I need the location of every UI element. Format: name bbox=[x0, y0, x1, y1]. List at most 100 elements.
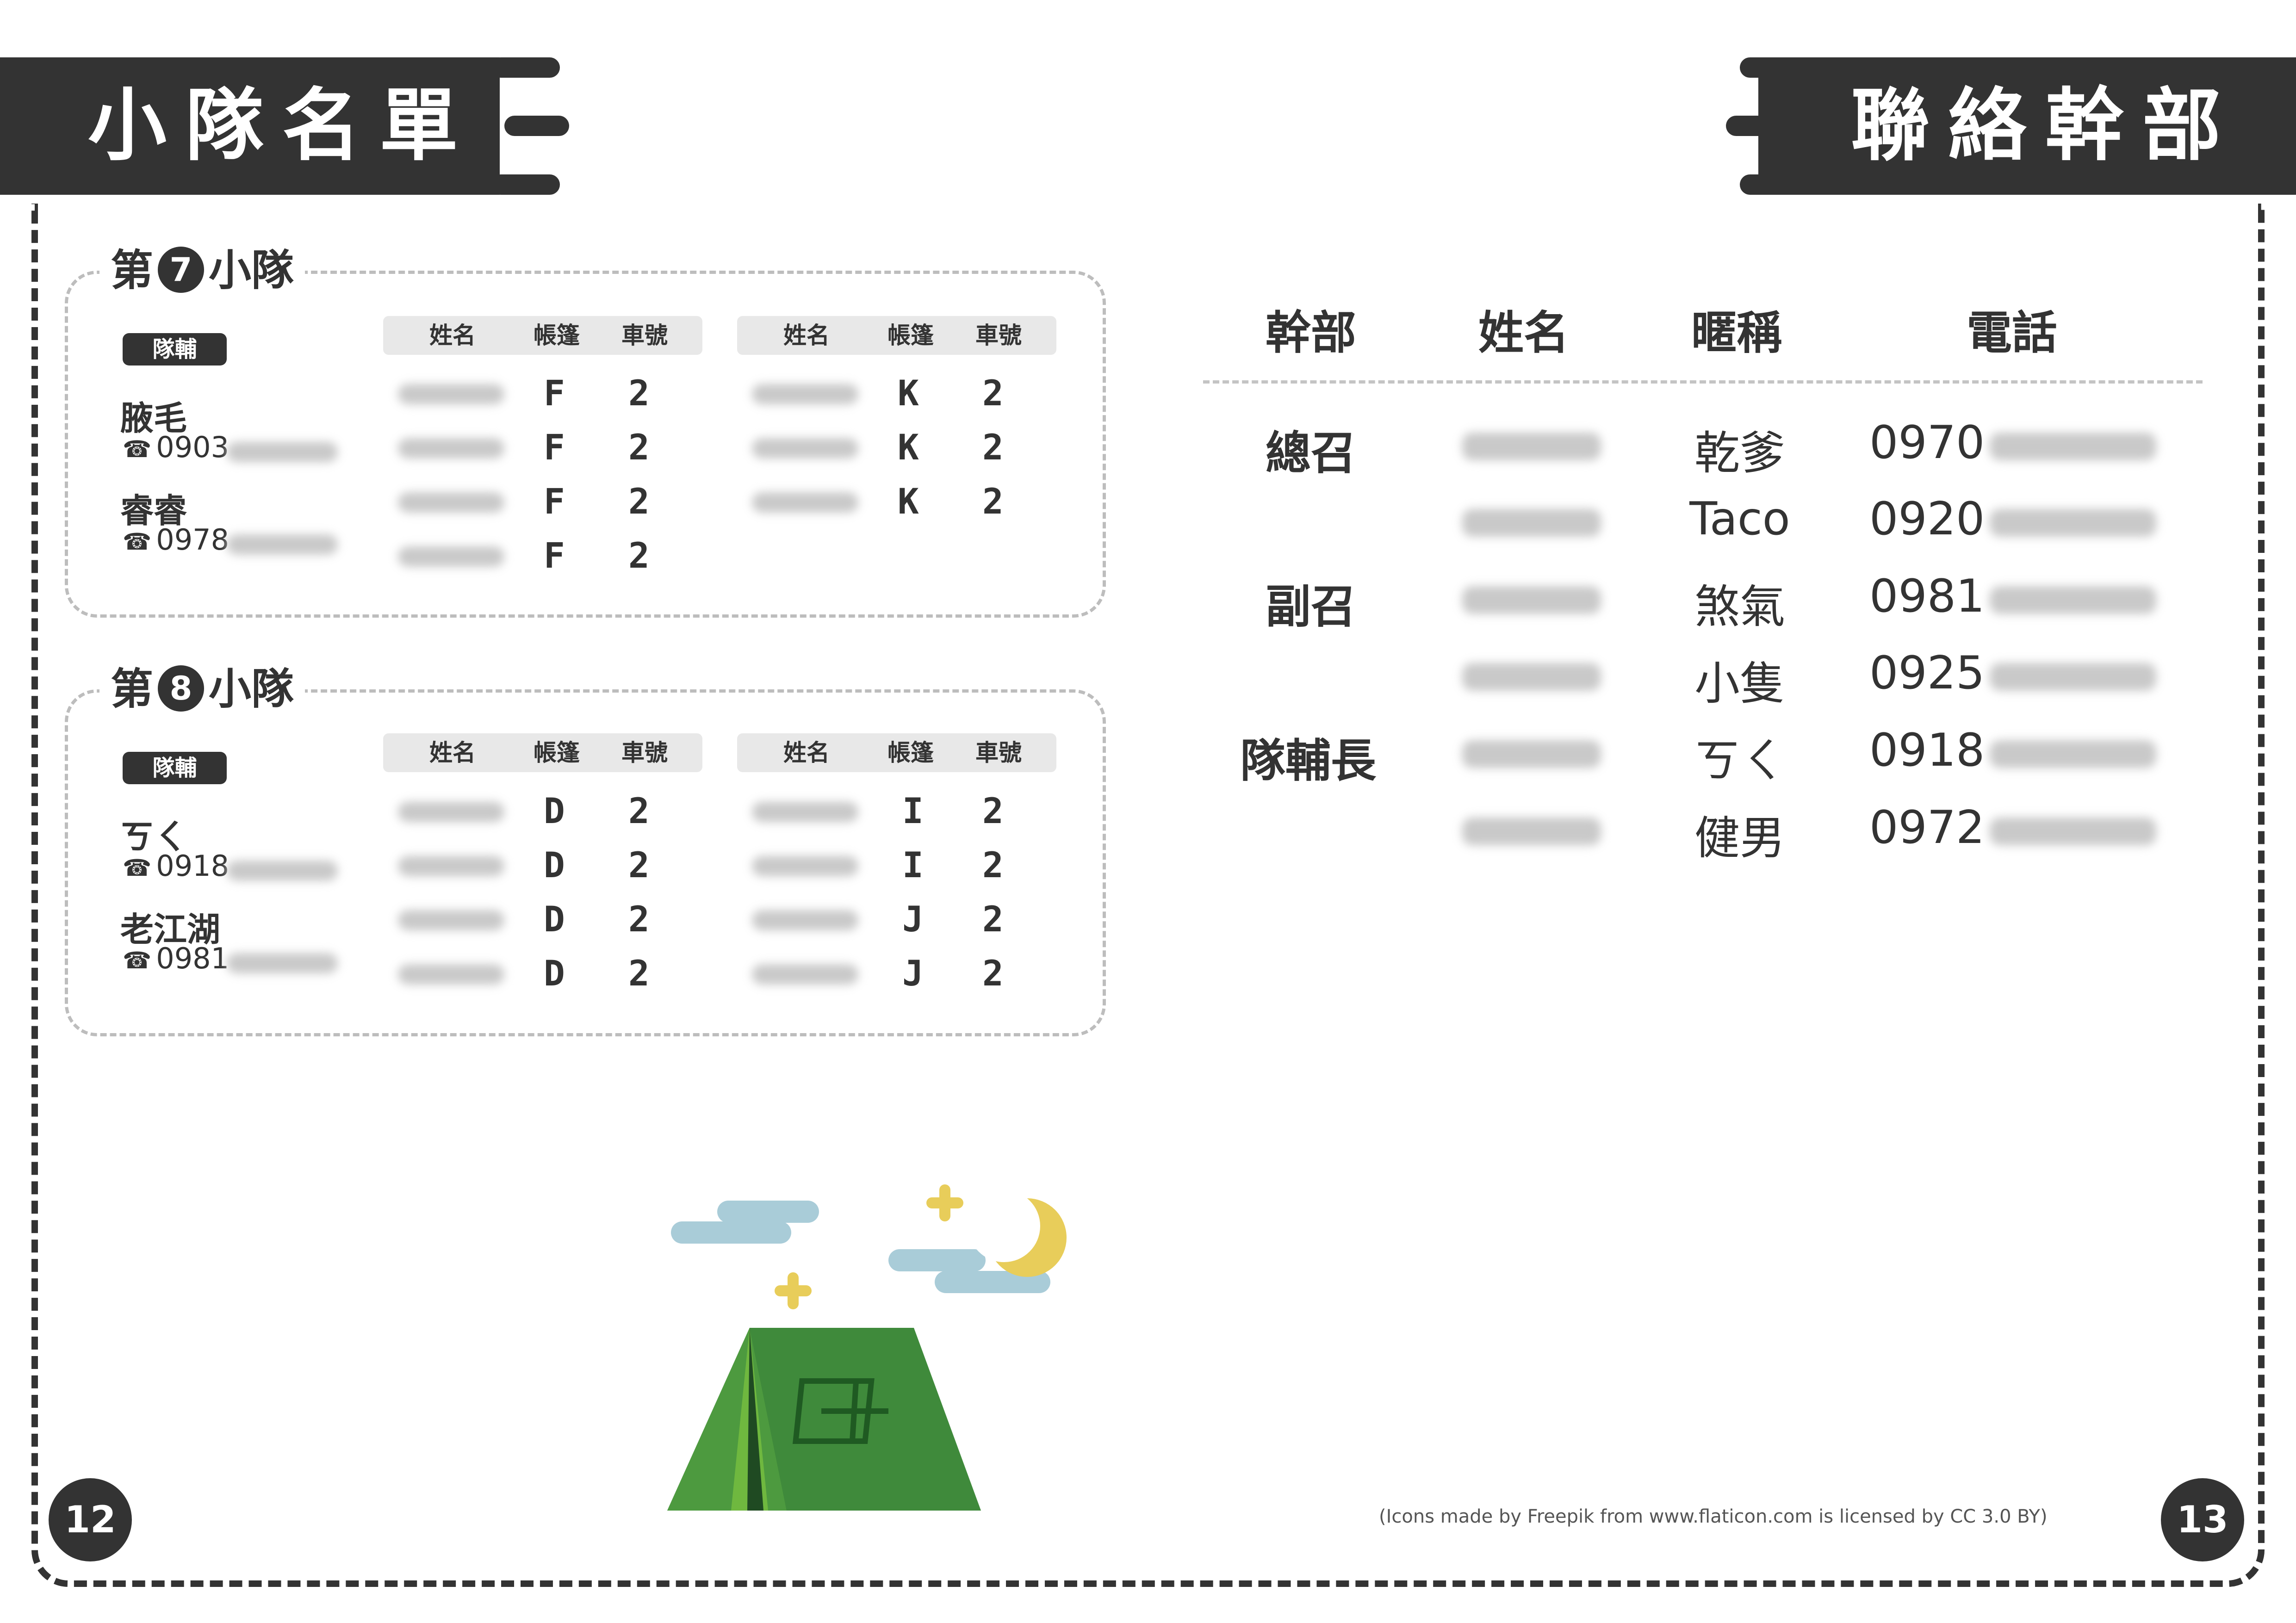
tent-cell: K bbox=[898, 427, 919, 468]
tent-cell: F bbox=[544, 372, 565, 414]
contact-nickname: 乾爹 bbox=[1694, 427, 1785, 480]
header-name: 姓名 bbox=[1478, 307, 1570, 359]
squad-leaders-tag: 隊輔 bbox=[123, 752, 227, 784]
car-cell: 2 bbox=[982, 790, 1004, 831]
redacted-name bbox=[398, 802, 504, 822]
redacted-phone bbox=[227, 861, 338, 881]
tent-cell: F bbox=[544, 481, 565, 522]
tent-cell: D bbox=[544, 790, 565, 831]
contact-phone: 0970 bbox=[1869, 416, 1985, 469]
tent-cell: F bbox=[544, 535, 565, 576]
camping-illustration bbox=[667, 1184, 1067, 1511]
redacted-phone bbox=[227, 442, 338, 462]
tent-cell: J bbox=[902, 953, 924, 994]
redacted-name bbox=[1462, 818, 1601, 845]
member-table-header: 姓名 帳篷 車號 bbox=[737, 733, 1056, 772]
redacted-phone bbox=[227, 953, 338, 973]
redacted-name bbox=[752, 910, 858, 930]
tent-cell: D bbox=[544, 953, 565, 994]
car-cell: 2 bbox=[982, 898, 1004, 940]
car-cell: 2 bbox=[628, 535, 650, 576]
squad-number-badge: 8 bbox=[158, 665, 205, 712]
car-cell: 2 bbox=[982, 372, 1004, 414]
tent-cell: J bbox=[902, 898, 924, 940]
member-table-header: 姓名 帳篷 車號 bbox=[737, 316, 1056, 355]
contact-role: 總召 bbox=[1266, 427, 1357, 480]
redacted-name bbox=[752, 438, 858, 458]
tent-cell: K bbox=[898, 481, 919, 522]
phone-icon: ☎ bbox=[123, 947, 152, 974]
left-title-banner: 小隊名單 bbox=[0, 57, 500, 195]
tent-cell: I bbox=[902, 844, 924, 886]
contact-phone: 0918 bbox=[1869, 724, 1985, 777]
redacted-phone bbox=[1990, 586, 2156, 614]
leader-phone: ☎ 0981 bbox=[123, 942, 230, 975]
member-table-header: 姓名 帳篷 車號 bbox=[383, 733, 702, 772]
squad-number-badge: 7 bbox=[158, 246, 205, 293]
contact-phone: 0920 bbox=[1869, 493, 1985, 545]
redacted-phone bbox=[1990, 433, 2156, 460]
tent-cell: K bbox=[898, 372, 919, 414]
redacted-name bbox=[398, 384, 504, 404]
header-nickname: 暱稱 bbox=[1691, 307, 1782, 359]
redacted-phone bbox=[1990, 818, 2156, 845]
phone-icon: ☎ bbox=[123, 855, 152, 881]
contact-nickname: 小隻 bbox=[1694, 657, 1785, 710]
phone-icon: ☎ bbox=[123, 528, 152, 555]
redacted-name bbox=[1462, 509, 1601, 537]
right-title-banner: 聯絡幹部 bbox=[1758, 57, 2296, 195]
contact-nickname: Taco bbox=[1689, 493, 1790, 545]
car-cell: 2 bbox=[982, 427, 1004, 468]
car-cell: 2 bbox=[628, 790, 650, 831]
header-phone: 電話 bbox=[1967, 307, 2058, 359]
right-page-title: 聯絡幹部 bbox=[1851, 80, 2240, 172]
redacted-name bbox=[1462, 586, 1601, 614]
car-cell: 2 bbox=[982, 953, 1004, 994]
redacted-phone bbox=[1990, 663, 2156, 691]
contact-nickname: ㄎㄑ bbox=[1694, 735, 1785, 787]
redacted-name bbox=[752, 384, 858, 404]
contact-role: 隊輔長 bbox=[1240, 735, 1377, 787]
redacted-name bbox=[1462, 433, 1601, 460]
page-number-right: 13 bbox=[2161, 1478, 2244, 1561]
redacted-name bbox=[1462, 740, 1601, 768]
car-cell: 2 bbox=[628, 953, 650, 994]
contact-nickname: 健男 bbox=[1694, 812, 1785, 865]
redacted-name bbox=[398, 856, 504, 876]
redacted-phone bbox=[1990, 509, 2156, 537]
header-role: 幹部 bbox=[1266, 307, 1357, 359]
redacted-name bbox=[752, 802, 858, 822]
redacted-name bbox=[398, 964, 504, 985]
page-number-left: 12 bbox=[49, 1478, 132, 1561]
contact-phone: 0981 bbox=[1869, 570, 1985, 623]
redacted-name bbox=[1462, 663, 1601, 691]
contact-nickname: 煞氣 bbox=[1694, 581, 1785, 633]
tent-cell: D bbox=[544, 898, 565, 940]
redacted-name bbox=[398, 492, 504, 513]
redacted-name bbox=[752, 492, 858, 513]
car-cell: 2 bbox=[982, 481, 1004, 522]
squad-7-title: 第 7 小隊 bbox=[99, 243, 305, 298]
tent-cell: I bbox=[902, 790, 924, 831]
redacted-name bbox=[398, 546, 504, 567]
phone-icon: ☎ bbox=[123, 436, 152, 463]
leader-phone: ☎ 0978 bbox=[123, 523, 230, 557]
left-page-title: 小隊名單 bbox=[88, 80, 477, 172]
redacted-phone bbox=[1990, 740, 2156, 768]
tent-cell: D bbox=[544, 844, 565, 886]
car-cell: 2 bbox=[628, 844, 650, 886]
redacted-phone bbox=[227, 534, 338, 555]
leader-phone: ☎ 0903 bbox=[123, 430, 230, 464]
car-cell: 2 bbox=[628, 481, 650, 522]
squad-leaders-tag: 隊輔 bbox=[123, 333, 227, 365]
car-cell: 2 bbox=[628, 898, 650, 940]
header-divider bbox=[1203, 380, 2203, 384]
tent-cell: F bbox=[544, 427, 565, 468]
icon-credit: (Icons made by Freepik from www.flaticon… bbox=[1379, 1506, 2048, 1527]
contact-role: 副召 bbox=[1266, 581, 1357, 633]
leader-phone: ☎ 0918 bbox=[123, 849, 230, 883]
car-cell: 2 bbox=[982, 844, 1004, 886]
redacted-name bbox=[398, 910, 504, 930]
contact-phone: 0972 bbox=[1869, 801, 1985, 854]
member-table-header: 姓名 帳篷 車號 bbox=[383, 316, 702, 355]
